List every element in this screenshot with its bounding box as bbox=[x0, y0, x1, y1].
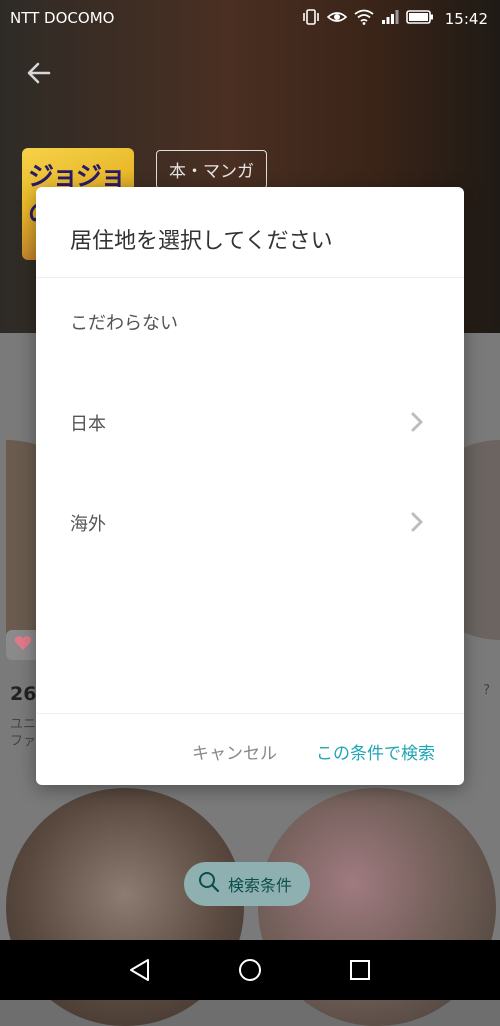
residence-select-dialog: 居住地を選択してください こだわらない 日本 海外 キャンセル この条件で検索 bbox=[36, 187, 464, 785]
eye-icon bbox=[326, 9, 347, 29]
search-icon bbox=[198, 871, 220, 897]
clock: 15:42 bbox=[444, 10, 488, 28]
status-icons: 15:42 bbox=[302, 8, 488, 30]
option-japan[interactable]: 日本 bbox=[36, 380, 464, 480]
option-overseas[interactable]: 海外 bbox=[36, 480, 464, 580]
vibrate-icon bbox=[302, 8, 320, 30]
option-label: 日本 bbox=[70, 414, 106, 435]
search-conditions-button[interactable]: 検索条件 bbox=[184, 862, 311, 906]
option-no-preference[interactable]: こだわらない bbox=[36, 279, 464, 379]
like-button[interactable] bbox=[6, 630, 40, 660]
chevron-right-icon bbox=[410, 412, 424, 432]
nav-recents-icon[interactable] bbox=[346, 956, 374, 984]
system-navigation-bar bbox=[0, 940, 500, 1000]
back-arrow-icon[interactable] bbox=[22, 56, 56, 90]
wifi-icon bbox=[354, 9, 374, 29]
divider bbox=[36, 713, 464, 714]
nav-back-icon[interactable] bbox=[126, 956, 154, 984]
heart-icon bbox=[14, 635, 32, 655]
nav-home-icon[interactable] bbox=[236, 956, 264, 984]
profile-age: 26 bbox=[10, 683, 37, 705]
dialog-title: 居住地を選択してください bbox=[70, 229, 333, 254]
chevron-right-icon bbox=[410, 512, 424, 532]
carrier-name: NTT DOCOMO bbox=[10, 9, 115, 27]
signal-icon bbox=[381, 9, 399, 29]
option-label: 海外 bbox=[70, 514, 106, 535]
status-bar: NTT DOCOMO 15:42 bbox=[0, 0, 500, 36]
divider bbox=[36, 277, 464, 278]
battery-icon bbox=[405, 9, 434, 29]
category-tag: 本・マンガ bbox=[156, 150, 267, 189]
option-label: こだわらない bbox=[70, 313, 178, 334]
profile-description: ファ bbox=[10, 734, 37, 749]
search-with-conditions-button[interactable]: この条件で検索 bbox=[316, 739, 435, 764]
cancel-button[interactable]: キャンセル bbox=[192, 739, 277, 764]
search-conditions-label: 検索条件 bbox=[228, 876, 293, 895]
help-mark: ? bbox=[483, 683, 490, 698]
